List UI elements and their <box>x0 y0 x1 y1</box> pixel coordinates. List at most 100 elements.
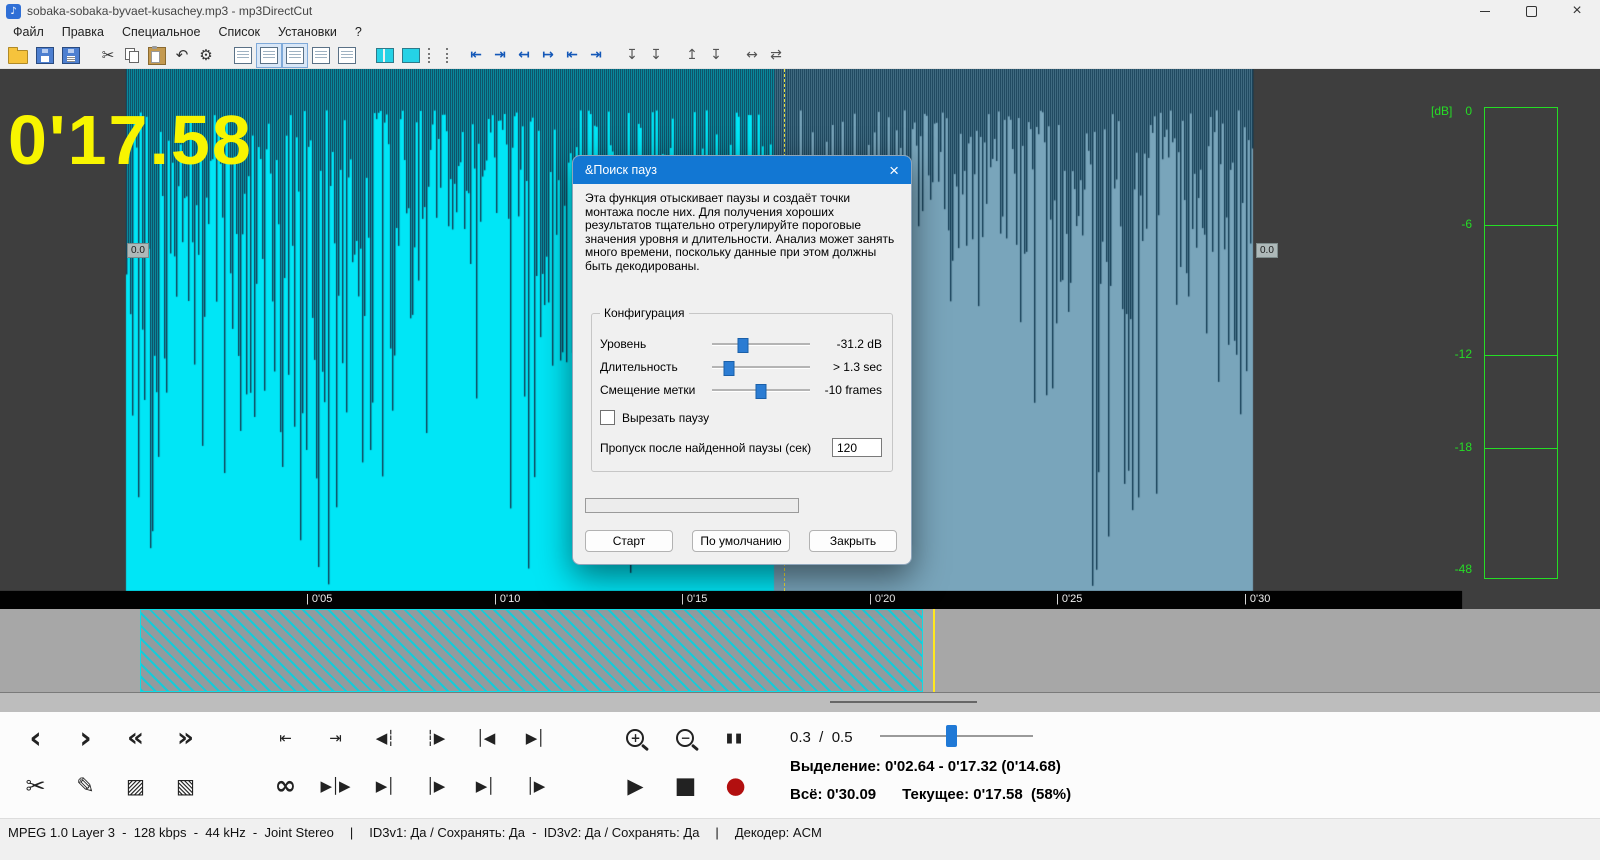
level-down-icon[interactable]: ↧ <box>708 46 724 64</box>
level-up-icon[interactable]: ↥ <box>684 46 700 64</box>
current-value: 0'17.58 (58%) <box>973 786 1072 803</box>
sel-start-button[interactable]: ◀┆ <box>360 718 410 758</box>
cue-left-icon[interactable]: ⇤ <box>468 46 484 64</box>
grid-dots-icon[interactable] <box>428 47 448 63</box>
checkbox-label: Вырезать паузу <box>622 410 710 425</box>
paste-icon[interactable] <box>148 45 166 65</box>
skip-input[interactable] <box>832 438 882 457</box>
save-list-icon[interactable] <box>62 46 80 64</box>
defaults-button[interactable]: По умолчанию <box>692 530 790 552</box>
slider-track[interactable] <box>712 336 810 353</box>
total-value: 0'30.09 <box>826 786 877 803</box>
transport-panel: ‹ › «» ⇤ ⇥ ◀┆ ┆▶ │◀ ▶│ + − ▮▮ ✂ ✎ ▨ ▧ ∞ ▶│▶ ▶│ │▶ ▶│ │▶ ▶ ■ ● 0… <box>0 712 1600 818</box>
close-dialog-button[interactable]: Закрыть <box>809 530 897 552</box>
next-cue-button[interactable]: ▶│ <box>510 718 560 758</box>
marker-drop-1-icon[interactable]: ↧ <box>624 46 640 64</box>
slider-thumb[interactable] <box>737 337 749 353</box>
progress-bar <box>585 498 799 513</box>
menu-help[interactable]: ? <box>346 23 371 41</box>
undo-icon[interactable]: ↶ <box>174 46 190 64</box>
jump-end-button[interactable]: ⇥ <box>310 718 360 758</box>
current-time: Текущее: 0'17.58 (58%) <box>902 786 1071 803</box>
step-back-button[interactable]: ‹ <box>10 718 60 766</box>
slider-track[interactable] <box>712 382 810 399</box>
menu-special[interactable]: Специальное <box>113 23 209 41</box>
gain-marker-right[interactable]: 0.0 <box>1256 243 1278 258</box>
play-to-cut-button[interactable]: ▶│ <box>360 766 410 806</box>
play-skip-button[interactable]: ▶│▶ <box>310 766 360 806</box>
loop-button[interactable]: ∞ <box>260 766 310 810</box>
record-button[interactable]: ● <box>710 766 760 806</box>
play-from-cut-button[interactable]: │▶ <box>410 766 460 806</box>
dialog-titlebar[interactable]: &Поиск пауз × <box>573 156 911 184</box>
doc-view-2-icon[interactable] <box>260 46 278 64</box>
gain-marker-left[interactable]: 0.0 <box>127 243 149 258</box>
doc-view-4-icon[interactable] <box>312 46 330 64</box>
cut-button[interactable]: ✂ <box>10 766 60 806</box>
play-before-button[interactable]: ▶│ <box>460 766 510 806</box>
step-forward-button[interactable]: › <box>60 718 110 766</box>
snap-right-icon[interactable]: ⇥ <box>588 46 604 64</box>
fast-forward-button[interactable]: » <box>160 718 210 764</box>
toolbar: ✂ ↶ ⚙ ⇤ ⇥ ↤ ↦ ⇤ ⇥ ↧ ↧ ↥ ↧ ↔ ⇄ <box>0 42 1600 69</box>
vu-mono-icon[interactable] <box>402 47 420 63</box>
skip-row: Пропуск после найденной паузы (сек) <box>600 438 882 457</box>
fast-back-button[interactable]: « <box>110 718 160 764</box>
open-file-icon[interactable] <box>8 46 28 64</box>
db-tick-label: 0 <box>1465 104 1472 118</box>
minimize-icon <box>1480 10 1490 12</box>
stop-button[interactable]: ■ <box>660 766 710 806</box>
current-label: Текущее: <box>902 786 970 803</box>
sel-finish-button[interactable]: ▧ <box>160 766 210 806</box>
edge-right-icon[interactable]: ↦ <box>540 46 556 64</box>
skip-label: Пропуск после найденной паузы (сек) <box>600 440 812 455</box>
timeline-tick: | 0'10 <box>494 593 521 605</box>
copy-icon[interactable] <box>124 47 140 63</box>
doc-view-5-icon[interactable] <box>338 46 356 64</box>
edit-button[interactable]: ✎ <box>60 766 110 806</box>
zoom-slider[interactable] <box>880 725 1033 747</box>
cue-right-icon[interactable]: ⇥ <box>492 46 508 64</box>
cut-pause-checkbox[interactable] <box>600 410 615 425</box>
scroll-strip[interactable] <box>0 693 1600 712</box>
menu-settings[interactable]: Установки <box>269 23 346 41</box>
zoom-slider-thumb[interactable] <box>946 725 957 747</box>
zoom-in-button[interactable]: + <box>610 718 660 758</box>
zoom-out-button[interactable]: − <box>660 718 710 758</box>
slider-rows: Уровень -31.2 dB Длительность > 1.3 sec Смещ… <box>600 332 882 401</box>
save-audio-icon[interactable] <box>36 46 54 64</box>
settings-gear-icon[interactable]: ⚙ <box>198 46 214 64</box>
slider-track[interactable] <box>712 359 810 376</box>
menu-edit[interactable]: Правка <box>53 23 113 41</box>
jump-start-button[interactable]: ⇤ <box>260 718 310 758</box>
vu-stereo-icon[interactable] <box>376 47 394 63</box>
swap-direction-icon[interactable]: ⇄ <box>768 46 784 64</box>
pause-button[interactable]: ▮▮ <box>710 718 760 758</box>
play-after-button[interactable]: │▶ <box>510 766 560 806</box>
close-button[interactable]: × <box>1554 0 1600 22</box>
doc-view-1-icon[interactable] <box>234 46 252 64</box>
overview-bar[interactable] <box>0 609 1600 693</box>
scroll-thumb[interactable] <box>830 701 977 703</box>
snap-left-icon[interactable]: ⇤ <box>564 46 580 64</box>
sel-end-button[interactable]: ┆▶ <box>410 718 460 758</box>
edge-left-icon[interactable]: ↤ <box>516 46 532 64</box>
minimize-button[interactable] <box>1462 0 1508 22</box>
pause-search-dialog: &Поиск пауз × Эта функция отыскивает пау… <box>572 155 912 565</box>
slider-thumb[interactable] <box>723 360 735 376</box>
slider-thumb[interactable] <box>755 383 767 399</box>
dialog-close-button[interactable]: × <box>889 162 899 179</box>
prev-cue-button[interactable]: │◀ <box>460 718 510 758</box>
menu-file[interactable]: Файл <box>4 23 53 41</box>
app-icon: ♪ <box>6 3 21 19</box>
maximize-button[interactable] <box>1508 0 1554 22</box>
play-button[interactable]: ▶ <box>610 766 660 806</box>
start-button[interactable]: Старт <box>585 530 673 552</box>
sel-begin-button[interactable]: ▨ <box>110 766 160 806</box>
doc-view-3-icon[interactable] <box>286 46 304 64</box>
menu-list[interactable]: Список <box>209 23 269 41</box>
marker-drop-2-icon[interactable]: ↧ <box>648 46 664 64</box>
expand-horizontal-icon[interactable]: ↔ <box>744 46 760 64</box>
overview-selection[interactable] <box>140 609 923 692</box>
cut-icon[interactable]: ✂ <box>100 46 116 64</box>
